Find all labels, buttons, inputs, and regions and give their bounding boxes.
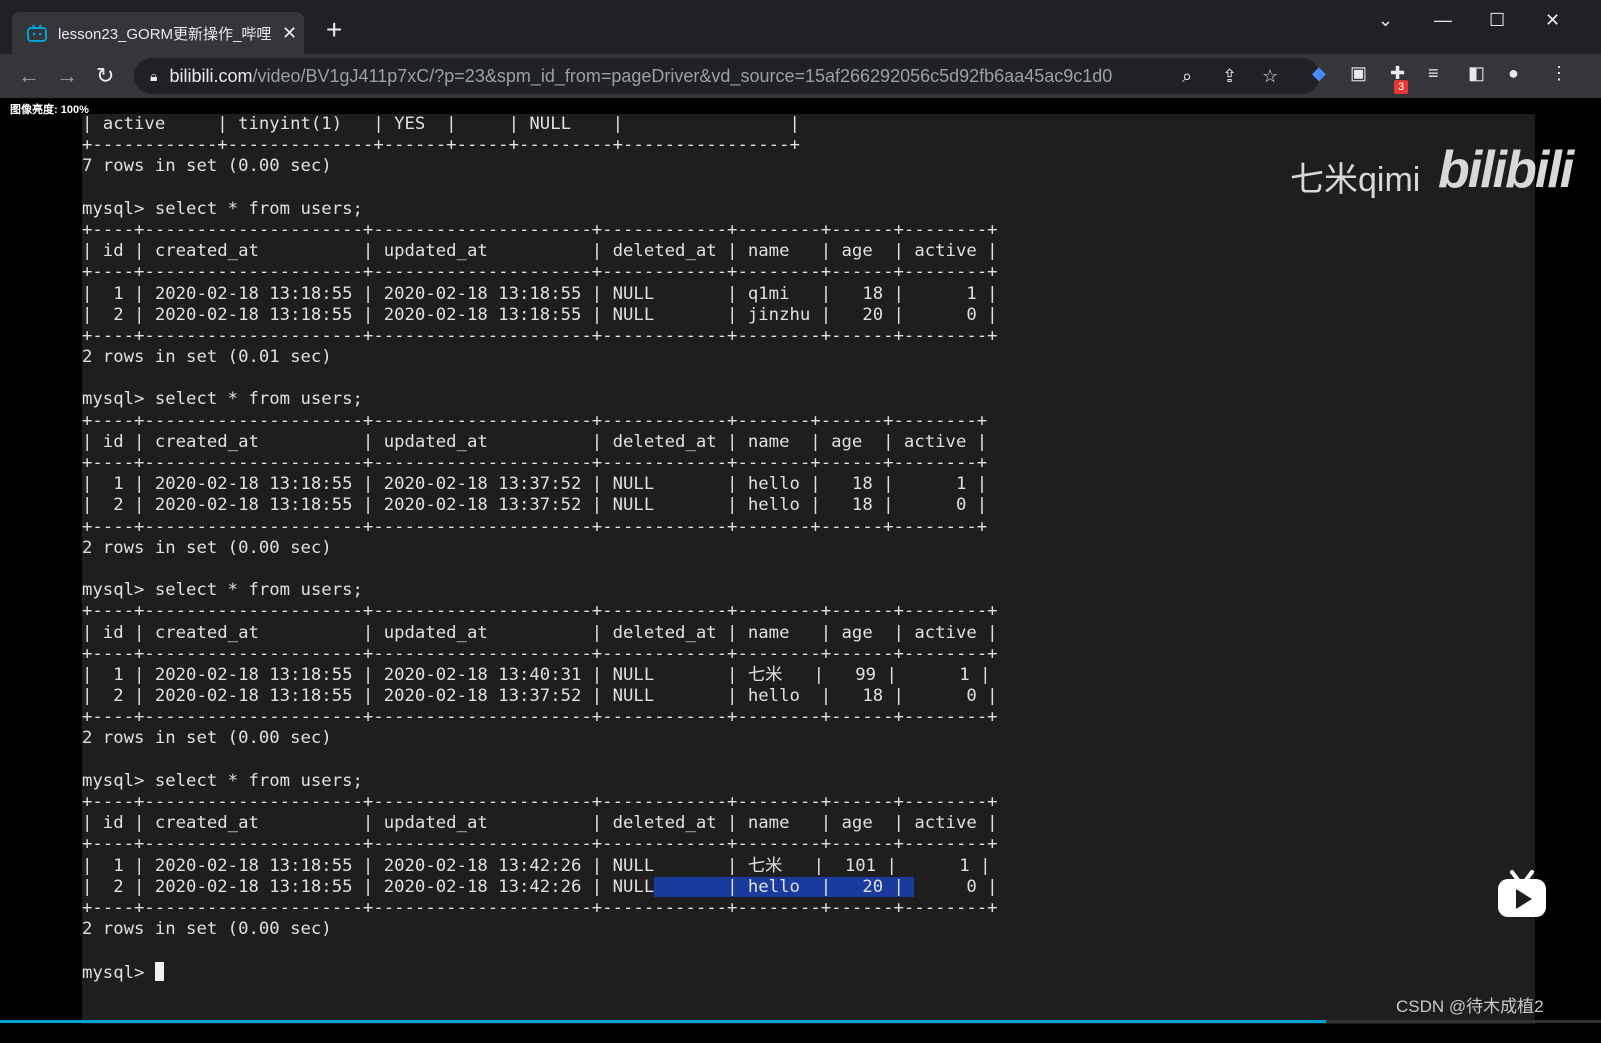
extension-capture-icon[interactable]: ▣ — [1350, 63, 1367, 84]
terminal-line: | 1 | 2020-02-18 13:18:55 | 2020-02-18 1… — [82, 664, 991, 685]
video-player[interactable]: | active | tinyint(1) | YES | | NULL | |… — [82, 114, 1535, 1024]
mysql-prompt-line: mysql> select * from users; — [82, 770, 363, 791]
tab-search-icon[interactable]: ⌄ — [1378, 10, 1393, 31]
close-window-icon[interactable]: ✕ — [1545, 10, 1560, 31]
maximize-icon[interactable]: ☐ — [1489, 10, 1505, 31]
mysql-prompt-line: mysql> select * from users; — [82, 198, 363, 219]
terminal-line: +----+---------------------+------------… — [82, 262, 998, 283]
terminal-line: +----+---------------------+------------… — [82, 643, 998, 664]
terminal-line: +------------+--------------+------+----… — [82, 135, 800, 156]
terminal-line: +----+---------------------+------------… — [82, 707, 998, 728]
forward-icon[interactable]: → — [56, 62, 78, 90]
share-icon[interactable]: ⇪ — [1222, 66, 1237, 87]
terminal-line: | id | created_at | updated_at | deleted… — [82, 622, 998, 643]
uploader-watermark: 七米qimi — [1290, 161, 1421, 199]
brightness-label: 图像亮度: 100% — [10, 104, 89, 116]
terminal-cursor — [154, 961, 164, 981]
terminal-line: | 1 | 2020-02-18 13:18:55 | 2020-02-18 1… — [82, 283, 998, 304]
menu-kebab-icon[interactable]: ⋮ — [1550, 63, 1568, 84]
profile-avatar-icon[interactable]: ● — [1508, 63, 1519, 84]
terminal-output: | active | tinyint(1) | YES | | NULL | |… — [82, 114, 998, 983]
terminal-line: | id | created_at | updated_at | deleted… — [82, 813, 998, 834]
bilibili-logo: bilibili — [1438, 141, 1574, 199]
terminal-line: | id | created_at | updated_at | deleted… — [82, 431, 988, 452]
video-progress-fill — [0, 1020, 1326, 1023]
terminal-line: 2 rows in set (0.00 sec) — [82, 919, 332, 940]
extension-shield-icon[interactable]: ◆ — [1312, 63, 1326, 84]
tab-title: lesson23_GORM更新操作_哔哩 — [58, 25, 272, 43]
reload-icon[interactable]: ↻ — [96, 62, 114, 90]
new-tab-button[interactable]: + — [326, 16, 342, 44]
video-progress-bar[interactable] — [0, 1020, 1601, 1023]
terminal-line: +----+---------------------+------------… — [82, 834, 998, 855]
terminal-line: | 1 | 2020-02-18 13:18:55 | 2020-02-18 1… — [82, 474, 988, 495]
bookmark-star-icon[interactable]: ☆ — [1262, 66, 1278, 87]
terminal-line: +----+---------------------+------------… — [82, 453, 988, 473]
terminal-line: 2 rows in set (0.01 sec) — [82, 347, 332, 368]
terminal-line: 2 rows in set (0.00 sec) — [82, 537, 332, 558]
terminal-line: 7 rows in set (0.00 sec) — [82, 156, 332, 177]
terminal-line: +----+---------------------+------------… — [82, 410, 988, 431]
url-text: bilibili.com/video/BV1gJ411p7xC/?p=23&sp… — [169, 65, 1113, 86]
terminal-line: | id | created_at | updated_at | deleted… — [82, 241, 998, 262]
terminal-line: +----+---------------------+------------… — [82, 601, 998, 622]
side-panel-icon[interactable]: ◧ — [1468, 63, 1485, 84]
bilibili-favicon-icon — [26, 22, 48, 44]
terminal-line: +----+---------------------+------------… — [82, 792, 998, 812]
terminal-line: 2 rows in set (0.00 sec) — [82, 728, 332, 749]
minimize-icon[interactable]: — — [1434, 10, 1452, 31]
csdn-credit: CSDN @待木成植2 — [1396, 997, 1544, 1016]
media-queue-icon[interactable]: ≡ — [1428, 63, 1439, 84]
mysql-prompt-line: mysql> select * from users; — [82, 580, 363, 601]
browser-tab[interactable]: lesson23_GORM更新操作_哔哩 ✕ — [12, 12, 304, 54]
address-bar[interactable]: 🔒︎ bilibili.com/video/BV1gJ411p7xC/?p=23… — [134, 58, 1320, 94]
lock-icon[interactable]: 🔒︎ — [150, 68, 157, 85]
terminal-line: | 2 | 2020-02-18 13:18:55 | 2020-02-18 1… — [82, 876, 998, 897]
zoom-icon[interactable]: ⌕ — [1182, 66, 1192, 87]
tab-strip: lesson23_GORM更新操作_哔哩 ✕ + ⌄ — ☐ ✕ — [0, 0, 1601, 54]
tab-close-icon[interactable]: ✕ — [282, 23, 297, 44]
back-icon[interactable]: ← — [18, 62, 40, 90]
terminal-line: +----+---------------------+------------… — [82, 516, 988, 537]
terminal-line: | 2 | 2020-02-18 13:18:55 | 2020-02-18 1… — [82, 304, 998, 325]
mysql-prompt-line: mysql> select * from users; — [82, 389, 363, 410]
terminal-line: +----+---------------------+------------… — [82, 897, 998, 918]
extensions-puzzle-icon[interactable]: ✚ — [1390, 63, 1405, 84]
terminal-line: | 1 | 2020-02-18 13:18:55 | 2020-02-18 1… — [82, 855, 991, 876]
bilibili-tv-play-icon[interactable] — [1496, 868, 1548, 920]
terminal-line: | 2 | 2020-02-18 13:18:55 | 2020-02-18 1… — [82, 495, 988, 516]
text-selection: | hello | 20 | — [654, 876, 915, 897]
mysql-prompt-line: mysql> — [82, 961, 998, 983]
terminal-line: +----+---------------------+------------… — [82, 219, 998, 240]
terminal-line: | active | tinyint(1) | YES | | NULL | | — [82, 114, 800, 134]
terminal-line: +----+---------------------+------------… — [82, 325, 998, 346]
terminal-line: | 2 | 2020-02-18 13:18:55 | 2020-02-18 1… — [82, 686, 998, 707]
